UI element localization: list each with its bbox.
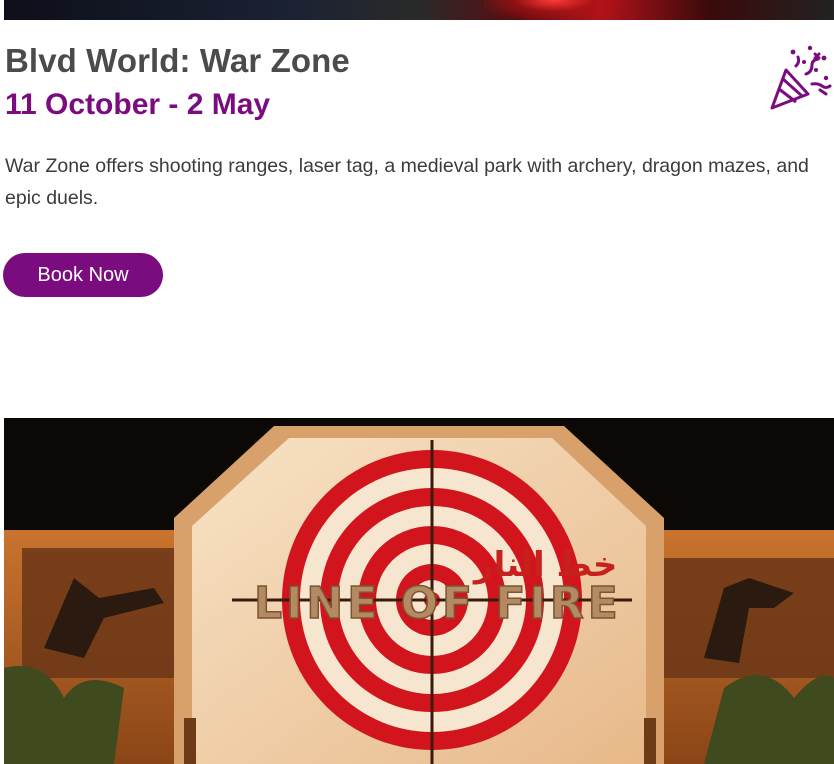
hero-image-top — [4, 0, 834, 20]
event-card: Blvd World: War Zone 11 October - 2 May … — [0, 0, 834, 764]
book-now-button[interactable]: Book Now — [3, 253, 163, 297]
event-description: War Zone offers shooting ranges, laser t… — [5, 155, 809, 209]
sign-line-of-fire-text: LINE OF FIRE — [254, 578, 622, 629]
event-dates: 11 October - 2 May — [5, 88, 271, 121]
event-title: Blvd World: War Zone — [5, 42, 350, 79]
hero-image-glow — [484, 0, 624, 20]
event-photo-illustration: خط النار LINE OF FIRE — [4, 418, 834, 764]
party-popper-icon — [770, 45, 832, 110]
event-photo: خط النار LINE OF FIRE — [4, 418, 834, 764]
